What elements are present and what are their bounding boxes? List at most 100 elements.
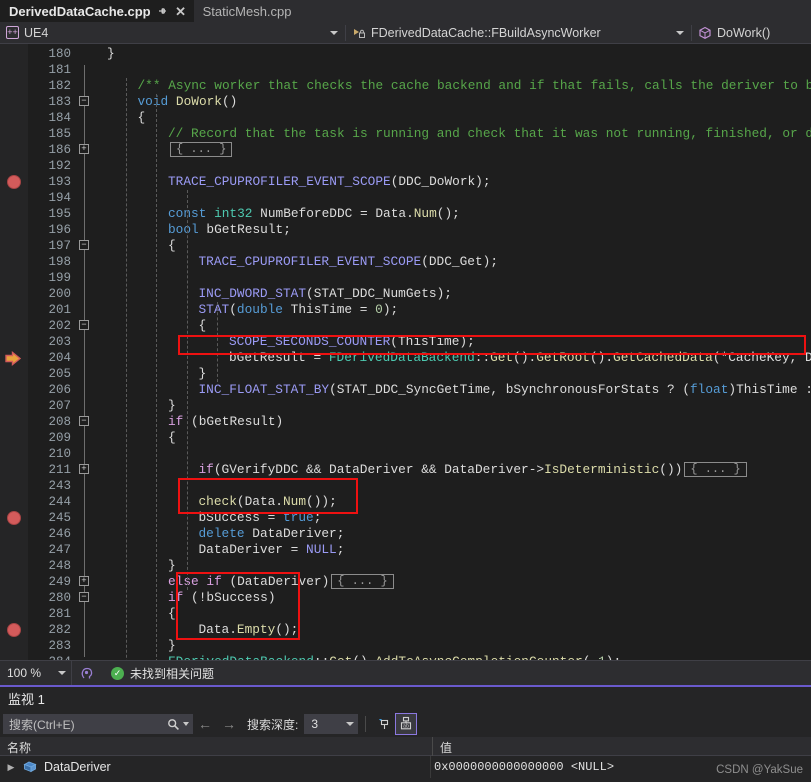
search-depth-select[interactable]: 3 [304, 714, 359, 734]
code-line[interactable]: const int32 NumBeforeDDC = Data.Num(); [168, 206, 460, 222]
expander-triangle-icon[interactable]: ▶ [0, 762, 22, 773]
search-input[interactable]: 搜索(Ctrl+E) [3, 714, 193, 734]
chevron-down-icon[interactable] [676, 30, 684, 35]
pin-value-button[interactable]: ab [395, 713, 418, 735]
code-line[interactable]: SCOPE_SECONDS_COUNTER(ThisTime); [229, 334, 475, 350]
code-line[interactable]: TRACE_CPUPROFILER_EVENT_SCOPE(DDC_DoWork… [168, 174, 491, 190]
code-line[interactable]: } [168, 558, 176, 574]
svg-text:ab: ab [403, 724, 409, 730]
code-token: (bGetResult) [191, 414, 284, 429]
line-number: 198 [48, 255, 71, 269]
code-line[interactable]: bGetResult = FDerivedDataBackend::Get().… [229, 350, 811, 366]
fold-collapse-icon[interactable]: − [79, 240, 89, 250]
code-line[interactable]: } [107, 46, 115, 62]
code-line[interactable]: { [168, 430, 176, 446]
indent-guide [125, 78, 127, 660]
line-number: 200 [48, 287, 71, 301]
line-number: 208 [48, 415, 71, 429]
code-line[interactable]: INC_FLOAT_STAT_BY(STAT_DDC_SyncGetTime, … [199, 382, 811, 398]
code-line[interactable]: // Record that the task is running and c… [168, 126, 811, 142]
fold-collapse-icon[interactable]: − [79, 320, 89, 330]
fold-collapse-icon[interactable]: − [79, 592, 89, 602]
code-line[interactable]: if(GVerifyDDC && DataDeriver && DataDeri… [199, 462, 747, 478]
code-line[interactable]: check(Data.Num()); [199, 494, 337, 510]
navbar-project-label: UE4 [24, 25, 49, 40]
code-text-area[interactable]: } /** Async worker that checks the cache … [97, 44, 811, 660]
code-line[interactable]: { [168, 606, 176, 622]
code-token: /** Async worker that checks the cache b… [137, 78, 811, 93]
code-token: Data. [198, 622, 237, 637]
line-number: 196 [48, 223, 71, 237]
code-line[interactable]: delete DataDeriver; [199, 526, 345, 542]
code-line[interactable]: DataDeriver = NULL; [199, 542, 345, 558]
code-token: (ThisTime); [390, 334, 475, 349]
search-forward-button[interactable]: → [217, 716, 241, 732]
code-line[interactable]: { [168, 238, 176, 254]
intellisense-status[interactable] [72, 666, 103, 681]
zoom-level-selector[interactable]: 100 % [0, 660, 72, 686]
tab-derived-data-cache[interactable]: DerivedDataCache.cpp ✕ [0, 0, 194, 22]
chevron-down-icon[interactable] [330, 30, 338, 35]
chevron-down-icon[interactable] [183, 722, 189, 726]
fold-collapse-icon[interactable]: − [79, 416, 89, 426]
code-line[interactable]: void DoWork() [138, 94, 238, 110]
code-token: SCOPE_SECONDS_COUNTER [229, 334, 391, 349]
navbar-class-label: FDerivedDataCache::FBuildAsyncWorker [371, 25, 601, 40]
search-icon[interactable] [167, 718, 180, 731]
navbar-class-selector[interactable]: FDerivedDataCache::FBuildAsyncWorker [346, 22, 691, 44]
code-token: { [168, 430, 176, 445]
line-number: 203 [48, 335, 71, 349]
breakpoint-marker[interactable] [7, 175, 21, 189]
object-icon [23, 761, 37, 773]
chevron-down-icon[interactable] [346, 722, 355, 726]
issue-status[interactable]: ✓ 未找到相关问题 [103, 665, 222, 682]
collapsed-block[interactable]: { ... } [331, 574, 394, 589]
pin-columns-icon [379, 719, 389, 729]
check-circle-icon: ✓ [111, 666, 124, 680]
navbar-member-selector[interactable]: DoWork() [692, 22, 776, 44]
code-line[interactable]: INC_DWORD_STAT(STAT_DDC_NumGets); [199, 286, 452, 302]
search-back-button[interactable]: ← [193, 716, 217, 732]
code-line[interactable]: } [199, 366, 207, 382]
fold-expand-icon[interactable]: + [79, 144, 89, 154]
line-number: 192 [48, 159, 71, 173]
code-line[interactable]: bSuccess = true; [199, 510, 322, 526]
code-token: (STAT_DDC_NumGets); [306, 286, 452, 301]
code-line[interactable]: { [199, 318, 207, 334]
table-row[interactable]: ▶ DataDeriver 0x0000000000000000 <NULL> [0, 756, 811, 778]
tab-static-mesh[interactable]: StaticMesh.cpp [193, 0, 318, 22]
navbar-project-selector[interactable]: ++ UE4 [0, 22, 345, 44]
code-line[interactable]: if (!bSuccess) [168, 590, 276, 606]
code-line[interactable]: /** Async worker that checks the cache b… [138, 78, 811, 94]
code-token: (Data. [236, 494, 283, 509]
code-line[interactable]: else if (DataDeriver){ ... } [168, 574, 394, 590]
code-line[interactable]: TRACE_CPUPROFILER_EVENT_SCOPE(DDC_Get); [199, 254, 499, 270]
code-line[interactable]: STAT(double ThisTime = 0); [199, 302, 399, 318]
code-line[interactable]: if (bGetResult) [168, 414, 283, 430]
collapsed-block[interactable]: { ... } [170, 142, 233, 157]
code-line[interactable]: { [138, 110, 146, 126]
code-editor[interactable]: 180 181 182 183 184 185 186 192 193 194 195 196 197 1… [0, 44, 811, 660]
code-token: double [236, 302, 291, 317]
editor-status-bar: 100 % ✓ 未找到相关问题 ◀ ▶ [0, 660, 811, 686]
navbar-member-label: DoWork() [717, 25, 771, 40]
code-folding-gutter[interactable]: − + − − − + + − [75, 44, 97, 660]
fold-expand-icon[interactable]: + [79, 464, 89, 474]
chevron-down-icon[interactable] [58, 671, 66, 675]
collapsed-block[interactable]: { ... } [684, 462, 747, 477]
fold-collapse-icon[interactable]: − [79, 96, 89, 106]
pin-columns-button[interactable] [373, 713, 395, 735]
pin-icon[interactable] [157, 5, 169, 17]
code-token: 0 [375, 302, 383, 317]
code-line[interactable]: Data.Empty(); [199, 622, 299, 638]
fold-expand-icon[interactable]: + [79, 576, 89, 586]
breakpoint-marker[interactable] [7, 623, 21, 637]
breakpoint-marker[interactable] [7, 511, 21, 525]
breakpoint-gutter[interactable] [0, 44, 28, 660]
column-header-value[interactable]: 值 [433, 737, 811, 756]
close-icon[interactable]: ✕ [175, 5, 187, 18]
column-header-name[interactable]: 名称 [0, 737, 433, 756]
code-line[interactable]: { ... } [168, 142, 233, 158]
code-line[interactable]: } [168, 638, 176, 654]
code-line[interactable]: } [168, 398, 176, 414]
